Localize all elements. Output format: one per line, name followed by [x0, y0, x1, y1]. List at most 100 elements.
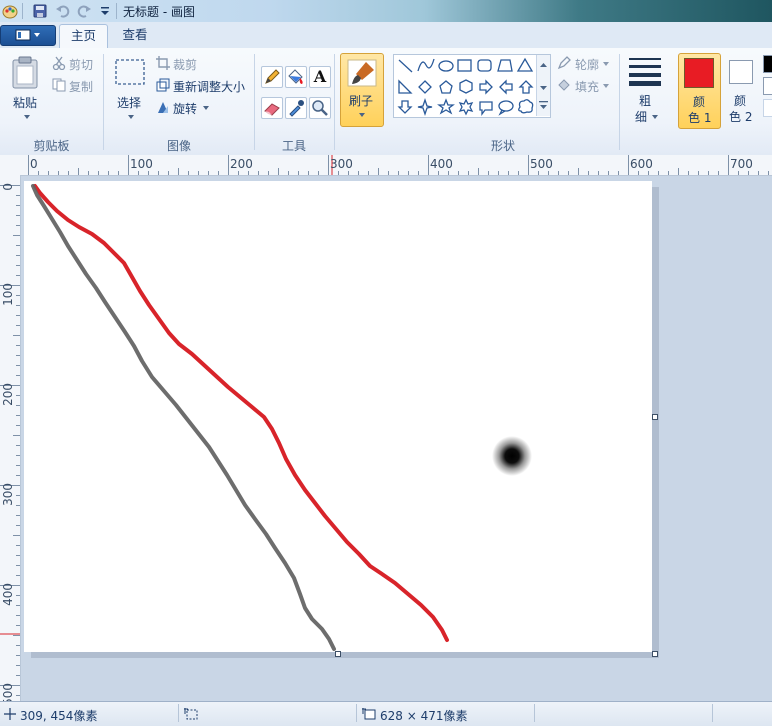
- size-line-thin: [629, 58, 661, 60]
- color-picker-icon: [289, 100, 304, 117]
- status-separator: [356, 704, 357, 722]
- cursor-position-icon: [4, 708, 16, 720]
- shapes-group-label: 形状: [490, 139, 515, 153]
- ruler-left-label: 300: [1, 483, 15, 506]
- brushes-button[interactable]: 刷子: [340, 53, 384, 127]
- paste-button[interactable]: 粘贴: [6, 54, 46, 130]
- pencil-tool[interactable]: [261, 66, 283, 88]
- cut-icon: [52, 56, 66, 70]
- brush-icon: [347, 59, 377, 87]
- shapes-gallery-icons: [397, 57, 534, 117]
- paste-dropdown-icon: [24, 115, 30, 119]
- select-dropdown-icon: [128, 115, 134, 119]
- shapes-gallery[interactable]: [393, 54, 551, 118]
- paint-app-icon[interactable]: [2, 3, 18, 19]
- tab-view[interactable]: 查看: [112, 24, 158, 48]
- palette-color-black[interactable]: [763, 55, 772, 73]
- status-separator: [178, 704, 179, 722]
- magnifier-tool[interactable]: [309, 97, 331, 119]
- outline-button[interactable]: 轮廓: [575, 56, 599, 73]
- fill-dropdown-icon[interactable]: [602, 83, 610, 89]
- customize-quick-access-icon[interactable]: [97, 3, 113, 19]
- palette-color-empty[interactable]: [763, 99, 772, 117]
- horizontal-ruler-ticks: [28, 155, 769, 175]
- redo-icon[interactable]: [76, 3, 92, 19]
- brushes-dropdown-icon: [359, 113, 365, 117]
- eraser-tool[interactable]: [261, 97, 283, 119]
- magnifier-icon: [312, 100, 328, 116]
- copy-button[interactable]: 复制: [69, 78, 93, 95]
- shapes-scroll[interactable]: [536, 55, 550, 116]
- quick-access-separator: [22, 3, 23, 19]
- palette-color-white[interactable]: [763, 77, 772, 95]
- rotate-icon: [158, 102, 168, 113]
- selection-size-icon: [184, 708, 198, 720]
- color2-label-2: 色 2: [729, 110, 753, 124]
- image-size: 628 × 471像素: [380, 709, 468, 723]
- ruler-left-label: 0: [1, 183, 15, 191]
- text-tool-icon: A: [313, 67, 327, 86]
- resize-handle-bottom[interactable]: [335, 651, 341, 657]
- resize-icon: [156, 78, 170, 92]
- image-size-icon: [362, 708, 376, 720]
- size-line-thickest: [629, 81, 661, 86]
- ruler-top-label: 100: [130, 157, 153, 171]
- color1-label-2: 色 1: [688, 111, 712, 125]
- ruler-top-label: 0: [30, 157, 38, 171]
- ruler-left-label: 100: [1, 283, 15, 306]
- paste-label: 粘贴: [13, 96, 38, 110]
- status-separator: [534, 704, 535, 722]
- outline-icon: [557, 56, 571, 70]
- rotate-dropdown-icon[interactable]: [202, 105, 210, 111]
- select-button[interactable]: 选择: [110, 54, 150, 130]
- image-group-label: 图像: [166, 139, 191, 153]
- color2-button[interactable]: 颜 色 2: [722, 53, 760, 127]
- resize-button[interactable]: 重新调整大小: [173, 78, 245, 95]
- crop-icon: [156, 56, 170, 70]
- text-tool[interactable]: A: [309, 66, 331, 88]
- ruler-top-label: 300: [330, 157, 353, 171]
- vertical-ruler-ticks: [0, 185, 20, 696]
- undo-icon[interactable]: [55, 3, 71, 19]
- red-brush-stroke: [33, 184, 449, 642]
- group-separator: [254, 54, 255, 150]
- ruler-top-label: 600: [630, 157, 653, 171]
- group-separator: [103, 54, 104, 150]
- paint-bucket-icon: [288, 69, 303, 84]
- tab-home[interactable]: 主页: [59, 24, 108, 49]
- color2-swatch: [729, 60, 753, 84]
- size-label-1: 粗: [639, 94, 652, 108]
- select-icon: [115, 59, 145, 85]
- shapes-scroll-arrows-icon: [539, 63, 548, 109]
- fill-button[interactable]: 填充: [575, 78, 599, 95]
- tools-group-label: 工具: [281, 139, 306, 153]
- paint-menu-button[interactable]: [0, 25, 56, 46]
- color2-label-1: 颜: [734, 94, 747, 108]
- pencil-icon: [265, 69, 280, 84]
- outline-dropdown-icon[interactable]: [602, 61, 610, 67]
- size-button[interactable]: 粗 细: [625, 54, 667, 130]
- color1-button[interactable]: 颜 色 1: [678, 53, 721, 129]
- brushes-label: 刷子: [349, 94, 374, 108]
- window-title: 无标题 - 画图: [123, 5, 195, 19]
- ruler-top-label: 400: [430, 157, 453, 171]
- rotate-button[interactable]: 旋转: [173, 100, 197, 117]
- color1-swatch: [684, 58, 714, 88]
- resize-handle-corner[interactable]: [652, 651, 658, 657]
- cut-button[interactable]: 剪切: [69, 56, 93, 73]
- eraser-icon: [264, 103, 280, 116]
- resize-handle-right[interactable]: [652, 414, 658, 420]
- clipboard-group-label: 剪贴板: [33, 139, 70, 153]
- ruler-left-label: 400: [1, 583, 15, 606]
- group-separator: [334, 54, 335, 150]
- crop-button[interactable]: 裁剪: [173, 56, 197, 73]
- ruler-top-label: 700: [730, 157, 753, 171]
- color-picker-tool[interactable]: [285, 97, 307, 119]
- status-separator: [712, 704, 713, 722]
- gray-brush-stroke: [31, 184, 336, 651]
- fill-tool[interactable]: [285, 66, 307, 88]
- drawing-canvas[interactable]: [24, 181, 652, 652]
- copy-icon: [52, 78, 66, 92]
- save-icon[interactable]: [32, 3, 48, 19]
- ruler-left-label: 200: [1, 383, 15, 406]
